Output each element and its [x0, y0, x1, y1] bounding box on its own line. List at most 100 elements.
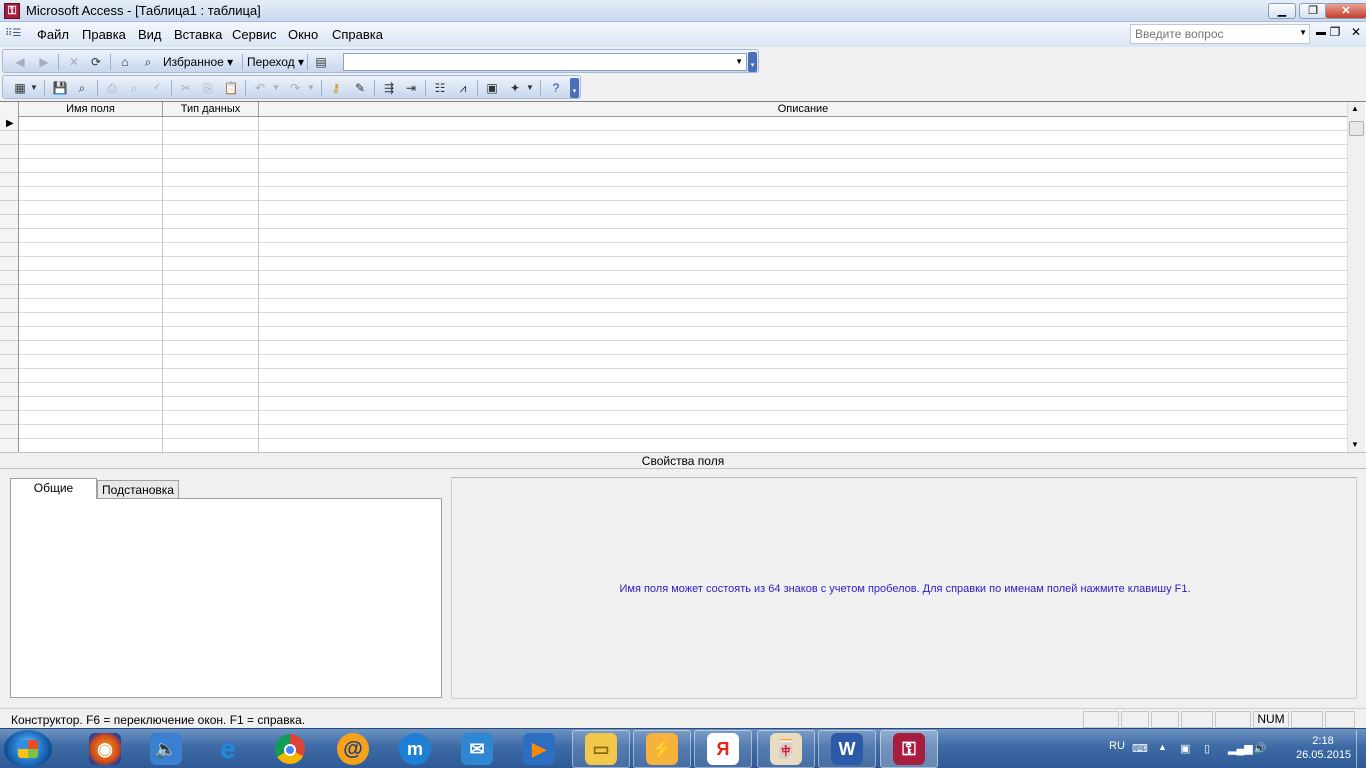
- redo-icon[interactable]: ↷: [286, 79, 304, 97]
- toolbar-options-icon[interactable]: ▾: [570, 78, 579, 98]
- taskbar-mahjong[interactable]: 🀄: [757, 730, 815, 768]
- network-error-icon[interactable]: ▣: [1180, 742, 1190, 755]
- mail-icon[interactable]: ✉: [461, 733, 493, 765]
- volume-icon[interactable]: 🔊: [1253, 742, 1267, 755]
- corner-cell[interactable]: [0, 102, 19, 117]
- chevron-down-icon[interactable]: ▼: [271, 79, 281, 97]
- new-object-icon[interactable]: ✦: [506, 79, 524, 97]
- properties-icon[interactable]: ☷: [431, 79, 449, 97]
- home-icon[interactable]: ⌂: [116, 53, 134, 71]
- cut-icon[interactable]: ✂: [177, 79, 195, 97]
- taskbar-word[interactable]: W: [818, 730, 876, 768]
- mdi-close-button[interactable]: ✕: [1348, 25, 1364, 39]
- field-properties-title: Свойства поля: [0, 452, 1366, 469]
- scroll-thumb[interactable]: [1349, 121, 1364, 136]
- general-properties-panel[interactable]: [10, 498, 442, 698]
- grid-rows[interactable]: ▶: [0, 117, 1347, 453]
- row-selectors[interactable]: [0, 117, 18, 453]
- column-header-field-name[interactable]: Имя поля: [19, 102, 163, 117]
- column-header-data-type[interactable]: Тип данных: [163, 102, 259, 117]
- chevron-down-icon[interactable]: ▼: [1299, 28, 1307, 37]
- save-icon[interactable]: 💾: [51, 79, 69, 97]
- refresh-icon[interactable]: ⟳: [87, 53, 105, 71]
- taskbar-access[interactable]: ⚿: [880, 730, 938, 768]
- forward-icon[interactable]: ▶: [35, 53, 53, 71]
- primary-key-icon[interactable]: ⚷: [327, 79, 345, 97]
- mdi-restore-button[interactable]: ❐: [1327, 25, 1343, 39]
- chevron-down-icon[interactable]: ▼: [735, 57, 743, 66]
- taskbar-yandex[interactable]: Я: [694, 730, 752, 768]
- goto-button[interactable]: Переход ▾: [247, 54, 304, 70]
- language-indicator[interactable]: RU: [1109, 740, 1125, 752]
- property-hint-text: Имя поля может состоять из 64 знаков с у…: [619, 583, 1191, 595]
- menu-file[interactable]: Файл: [37, 27, 69, 42]
- vertical-scrollbar[interactable]: ▲ ▼: [1347, 102, 1365, 453]
- scroll-up-icon[interactable]: ▲: [1351, 104, 1359, 113]
- menu-view[interactable]: Вид: [138, 27, 162, 42]
- removable-device-icon[interactable]: ▯: [1204, 742, 1210, 755]
- taskbar-explorer[interactable]: ▭: [572, 730, 630, 768]
- keyboard-icon[interactable]: ⌨: [1132, 742, 1148, 755]
- access-key-icon[interactable]: ⚿: [4, 3, 20, 19]
- chevron-down-icon[interactable]: ▼: [525, 79, 535, 97]
- field-properties-tabs: Общие Подстановка: [10, 478, 442, 698]
- taskbar-winamp[interactable]: ⚡: [633, 730, 691, 768]
- menu-grip-icon[interactable]: ⠿☰: [5, 27, 21, 42]
- menu-tools[interactable]: Сервис: [232, 27, 277, 42]
- clock[interactable]: 2:18 26.05.2015: [1296, 734, 1351, 762]
- signal-icon[interactable]: ▂▄▆: [1228, 742, 1253, 755]
- current-row-indicator-icon: ▶: [6, 118, 14, 129]
- close-button[interactable]: ✕: [1325, 3, 1366, 19]
- start-button[interactable]: [4, 730, 52, 768]
- view-icon[interactable]: ▦: [11, 79, 29, 97]
- undo-icon[interactable]: ↶: [251, 79, 269, 97]
- show-hidden-icons-icon[interactable]: ▲: [1158, 742, 1167, 752]
- paste-icon[interactable]: 📋: [222, 79, 240, 97]
- goto-label: Переход: [247, 55, 295, 69]
- firefox-icon[interactable]: ◉: [89, 733, 121, 765]
- internet-explorer-icon[interactable]: e: [212, 733, 244, 765]
- status-cell: [1325, 711, 1355, 728]
- search-web-icon[interactable]: ⌕: [139, 53, 157, 71]
- print-icon[interactable]: ⎙: [103, 79, 121, 97]
- stop-icon[interactable]: ✕: [65, 53, 83, 71]
- scroll-down-icon[interactable]: ▼: [1351, 440, 1359, 449]
- menu-help[interactable]: Справка: [332, 27, 383, 42]
- address-field[interactable]: ▼: [343, 53, 747, 71]
- table-design-toolbar: ▦ ▼ 💾 ⌕ ⎙ ⌕ ✓ ✂ ⎘ 📋 ↶ ▼ ↷ ▼ ⚷ ✎ ⇶ ⇥ ☷ ⩘ …: [2, 75, 581, 99]
- menu-window[interactable]: Окно: [288, 27, 318, 42]
- menu-edit[interactable]: Правка: [82, 27, 126, 42]
- chevron-down-icon[interactable]: ▼: [306, 79, 316, 97]
- help-question-input[interactable]: [1131, 25, 1291, 43]
- help-question-box[interactable]: ▼: [1130, 24, 1310, 44]
- word-icon: W: [831, 733, 863, 765]
- file-search-icon[interactable]: ⌕: [73, 79, 91, 97]
- back-icon[interactable]: ◀: [11, 53, 29, 71]
- maxthon-icon[interactable]: m: [399, 733, 431, 765]
- chrome-icon[interactable]: [275, 734, 305, 764]
- indexes-icon[interactable]: ⩘: [454, 79, 472, 97]
- toolbar-options-icon[interactable]: ▾: [748, 52, 757, 72]
- favorites-button[interactable]: Избранное ▾: [163, 54, 233, 70]
- chevron-down-icon[interactable]: ▼: [29, 79, 39, 97]
- tab-general[interactable]: Общие: [10, 478, 97, 499]
- print-preview-icon[interactable]: ⌕: [125, 79, 143, 97]
- minimize-button[interactable]: ▁: [1268, 3, 1296, 19]
- insert-rows-icon[interactable]: ⇶: [380, 79, 398, 97]
- media-player-icon[interactable]: ▶: [523, 733, 555, 765]
- copy-icon[interactable]: ⎘: [199, 79, 217, 97]
- database-window-icon[interactable]: ▣: [483, 79, 501, 97]
- build-icon[interactable]: ✎: [351, 79, 369, 97]
- speaker-app-icon[interactable]: 🔈: [150, 733, 182, 765]
- menu-insert[interactable]: Вставка: [174, 27, 222, 42]
- mail-ru-agent-icon[interactable]: @: [337, 733, 369, 765]
- show-desktop-button[interactable]: [1356, 730, 1366, 768]
- spelling-icon[interactable]: ✓: [148, 79, 166, 97]
- show-web-toolbar-icon[interactable]: ▤: [312, 53, 330, 71]
- help-icon[interactable]: ?: [547, 79, 565, 97]
- delete-rows-icon[interactable]: ⇥: [402, 79, 420, 97]
- web-toolbar: ◀ ▶ ✕ ⟳ ⌂ ⌕ Избранное ▾ Переход ▾ ▤ ▼ ▾: [2, 49, 759, 73]
- restore-button[interactable]: ❐: [1299, 3, 1327, 19]
- column-header-description[interactable]: Описание: [259, 102, 1347, 117]
- tab-lookup[interactable]: Подстановка: [97, 480, 179, 498]
